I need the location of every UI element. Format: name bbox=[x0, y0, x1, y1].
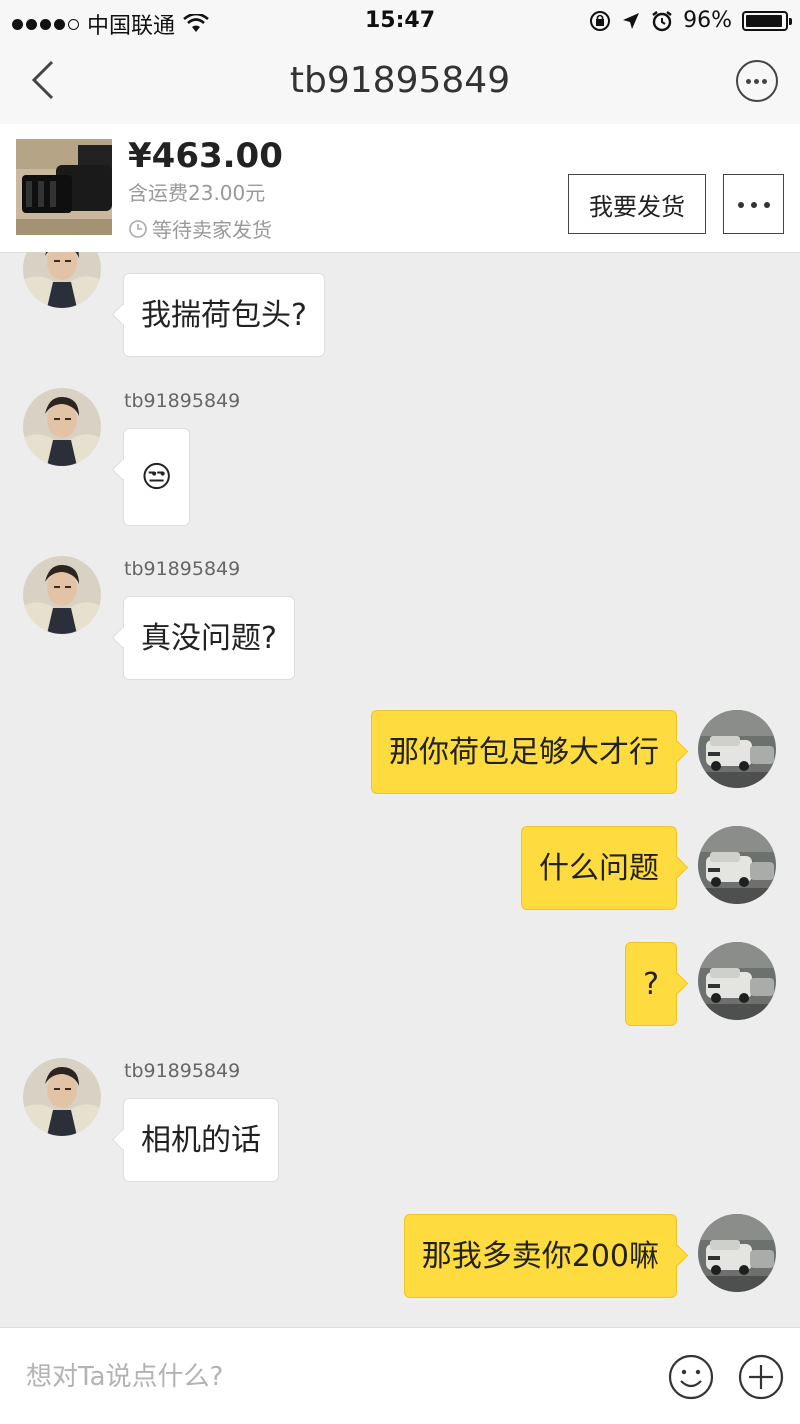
order-more-button[interactable] bbox=[723, 174, 784, 234]
avatar[interactable] bbox=[698, 826, 776, 904]
sender-name: tb91895849 bbox=[124, 558, 241, 580]
sender-name: tb91895849 bbox=[124, 390, 241, 412]
avatar[interactable] bbox=[698, 1214, 776, 1292]
message-bubble[interactable]: 什么问题 bbox=[521, 826, 677, 910]
rotation-lock-icon bbox=[590, 10, 611, 31]
battery-level bbox=[746, 14, 783, 27]
message-outgoing: 什么问题 bbox=[0, 826, 800, 916]
more-options-button[interactable] bbox=[736, 60, 778, 102]
status-bar: 中国联通 15:47 96% bbox=[0, 0, 800, 42]
shipping-fee: 含运费23.00元 bbox=[128, 181, 266, 205]
avatar[interactable] bbox=[23, 556, 101, 634]
message-bubble[interactable]: 真没问题? bbox=[123, 596, 295, 680]
message-bubble[interactable]: 😒 bbox=[123, 428, 191, 526]
ship-button[interactable]: 我要发货 bbox=[568, 174, 706, 234]
message-incoming: 我揣荷包头? bbox=[0, 252, 800, 364]
message-bubble[interactable]: 相机的话 bbox=[123, 1098, 279, 1182]
more-dot bbox=[762, 79, 767, 84]
message-incoming: tb91895849 😒 bbox=[0, 388, 800, 528]
message-bubble[interactable]: 那我多卖你200嘛 bbox=[403, 1214, 677, 1298]
order-card[interactable]: ¥463.00 含运费23.00元 等待卖家发货 我要发货 bbox=[0, 124, 800, 253]
smiley-icon bbox=[668, 1354, 714, 1400]
more-dot bbox=[754, 79, 759, 84]
message-input[interactable] bbox=[24, 1356, 628, 1398]
product-thumbnail[interactable] bbox=[16, 139, 112, 235]
battery-percent: 96% bbox=[683, 8, 732, 33]
battery-icon bbox=[742, 10, 792, 31]
avatar[interactable] bbox=[23, 252, 101, 308]
status-right: 96% bbox=[589, 8, 792, 33]
avatar[interactable] bbox=[23, 388, 101, 466]
more-dot bbox=[746, 79, 751, 84]
alarm-icon bbox=[652, 10, 672, 31]
message-bubble[interactable]: 那你荷包足够大才行 bbox=[371, 710, 677, 794]
message-input-bar bbox=[0, 1327, 800, 1424]
avatar[interactable] bbox=[698, 942, 776, 1020]
message-incoming: tb91895849 真没问题? bbox=[0, 556, 800, 686]
avatar[interactable] bbox=[23, 1058, 101, 1136]
message-outgoing: 那你荷包足够大才行 bbox=[0, 710, 800, 800]
avatar[interactable] bbox=[698, 710, 776, 788]
plus-icon bbox=[738, 1354, 784, 1400]
more-dot bbox=[764, 202, 770, 208]
navigation-bar: tb91895849 bbox=[0, 42, 800, 124]
page-title: tb91895849 bbox=[289, 60, 511, 101]
order-status-text: 等待卖家发货 bbox=[152, 218, 272, 242]
location-arrow-icon bbox=[623, 12, 640, 29]
add-attachment-button[interactable] bbox=[738, 1354, 784, 1400]
chat-area[interactable]: 我揣荷包头? tb91895849 😒 tb91895849 真没问题? 那你荷… bbox=[0, 252, 800, 1327]
more-dot bbox=[751, 202, 757, 208]
emoji-button[interactable] bbox=[668, 1354, 714, 1400]
message-bubble[interactable]: 我揣荷包头? bbox=[123, 273, 325, 357]
order-status: 等待卖家发货 bbox=[128, 214, 272, 243]
clock-icon bbox=[129, 219, 147, 238]
message-bubble[interactable]: ? bbox=[625, 942, 677, 1026]
message-outgoing: ? bbox=[0, 942, 800, 1032]
message-outgoing: 那我多卖你200嘛 bbox=[0, 1214, 800, 1304]
order-price: ¥463.00 bbox=[128, 136, 283, 176]
message-incoming: tb91895849 相机的话 bbox=[0, 1058, 800, 1188]
sender-name: tb91895849 bbox=[124, 1060, 241, 1082]
more-dot bbox=[738, 202, 744, 208]
